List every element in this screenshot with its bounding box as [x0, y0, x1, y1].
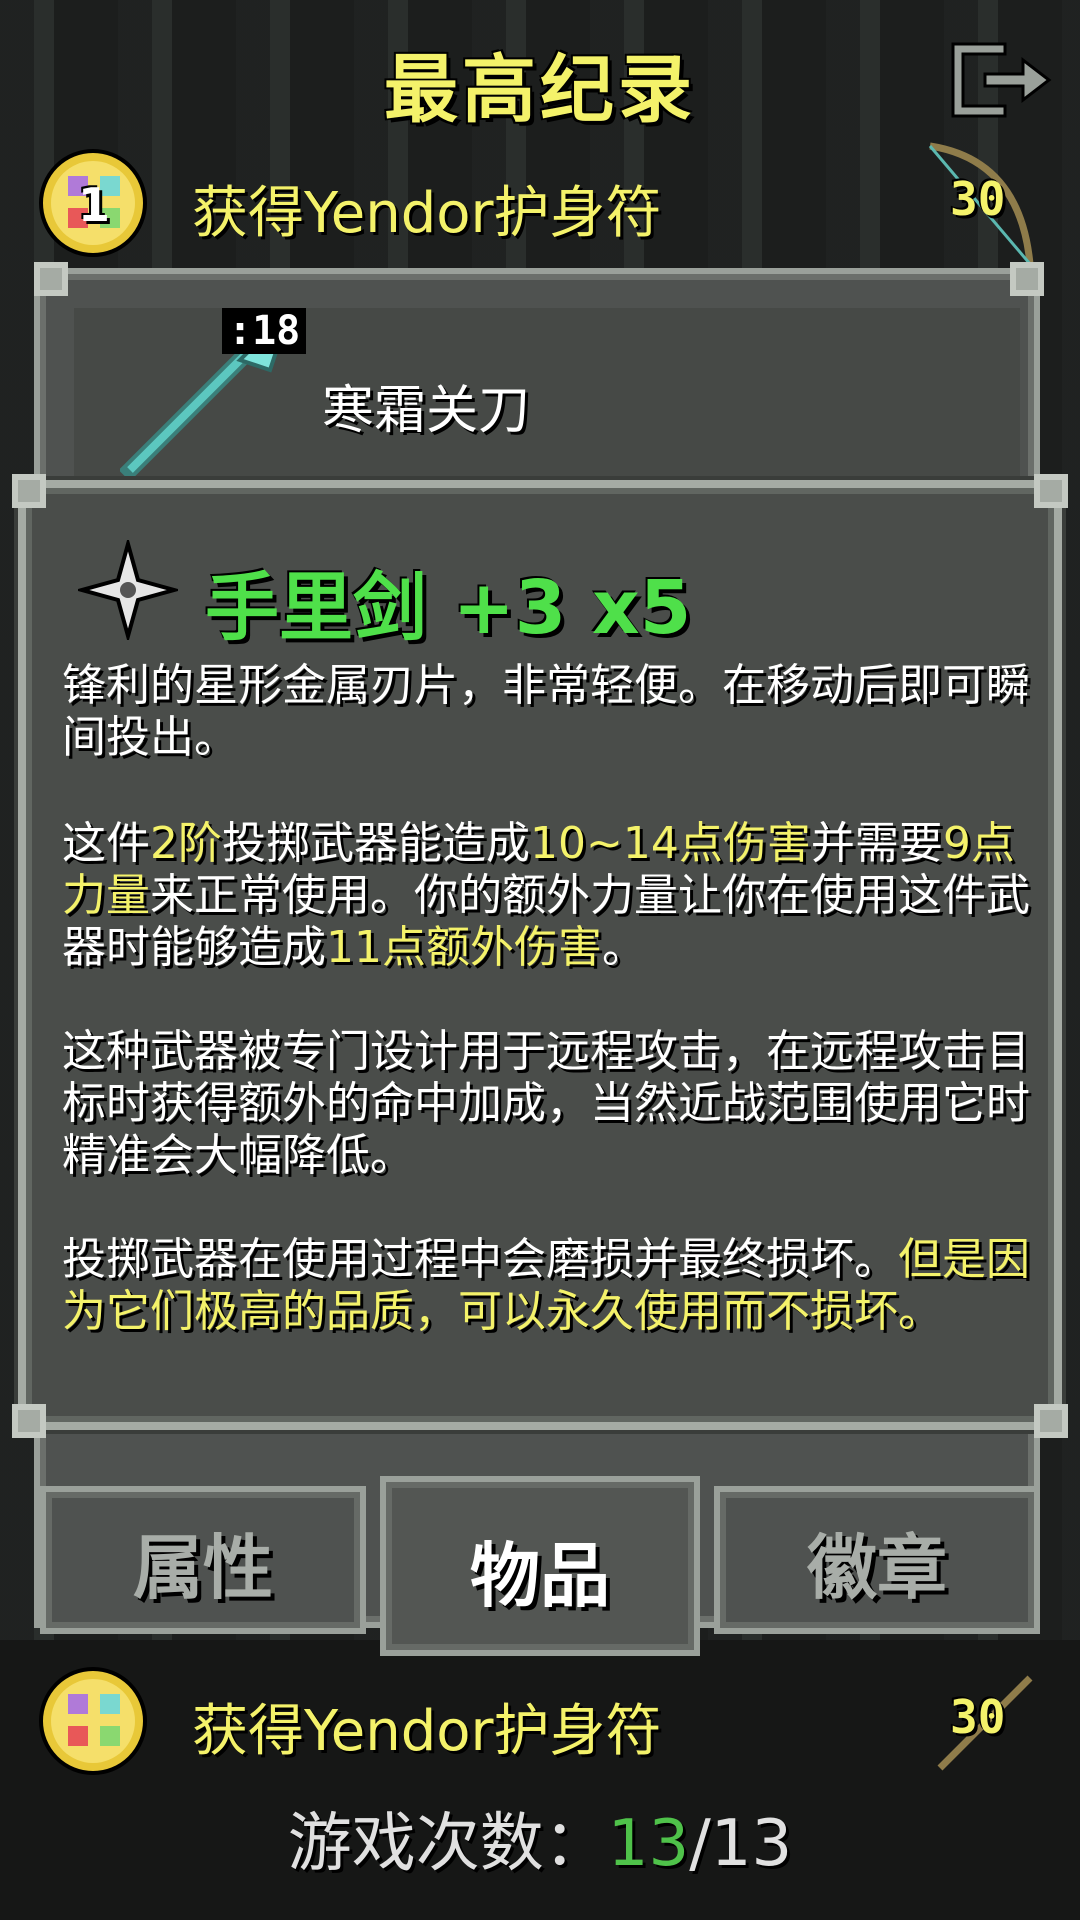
desc-highlight: 11点额外伤害: [326, 922, 602, 973]
tab-items[interactable]: 物品: [380, 1476, 700, 1656]
tab-label: 徽章: [807, 1527, 947, 1609]
tab-attributes[interactable]: 属性: [40, 1486, 366, 1634]
desc-text: 投掷武器能造成: [222, 818, 530, 869]
amulet-medal-icon: [39, 1667, 147, 1775]
desc-text: 。: [602, 922, 646, 973]
tab-label: 物品: [470, 1535, 610, 1617]
window-corner: [1034, 474, 1068, 508]
record-label: 获得Yendor护身符: [192, 1699, 662, 1764]
panel-corner: [34, 262, 68, 296]
item-title: 手里剑 +3 x5: [205, 565, 692, 651]
desc-text: 并需要: [810, 818, 943, 869]
window-corner: [1034, 1404, 1068, 1438]
exit-icon[interactable]: [945, 40, 1055, 120]
desc-text: 投掷武器在使用过程中会磨损并最终损坏。: [62, 1234, 898, 1285]
games-won: 13: [607, 1807, 690, 1881]
window-corner: [12, 474, 46, 508]
record-depth: 30: [950, 172, 1006, 226]
desc-highlight: 2阶: [150, 818, 222, 869]
games-played: 游戏次数：13/13: [0, 1792, 1080, 1884]
games-separator: /: [689, 1807, 711, 1881]
record-row[interactable]: 1 获得Yendor护身符 30: [0, 140, 1080, 265]
window-corner: [12, 1404, 46, 1438]
record-row[interactable]: 获得Yendor护身符 30: [0, 1658, 1080, 1778]
item-level-badge: :18: [222, 308, 307, 354]
tab-label: 属性: [133, 1527, 273, 1609]
desc-highlight: 10~14点伤害: [530, 818, 811, 869]
tab-badges[interactable]: 徽章: [714, 1486, 1040, 1634]
games-total: 13: [710, 1807, 793, 1881]
description-durability: 投掷武器在使用过程中会磨损并最终损坏。但是因为它们极高的品质，可以永久使用而不损…: [62, 1234, 1032, 1338]
description-paragraph: 这种武器被专门设计用于远程攻击，在远程攻击目标时获得额外的命中加成，当然近战范围…: [62, 1026, 1030, 1181]
description-paragraph: 锋利的星形金属刃片，非常轻便。在移动后即可瞬间投出。: [62, 660, 1030, 763]
desc-text: 这件: [62, 818, 150, 869]
item-name: 寒霜关刀: [322, 381, 531, 441]
description-stats: 这件2阶投掷武器能造成10~14点伤害并需要9点力量来正常使用。你的额外力量让你…: [62, 818, 1032, 974]
page-title: 最高纪录: [384, 47, 696, 133]
record-depth: 30: [950, 1690, 1006, 1744]
record-rank: 1: [78, 178, 111, 232]
record-label: 获得Yendor护身符: [192, 181, 662, 246]
panel-corner: [1010, 262, 1044, 296]
games-label: 游戏次数：: [287, 1807, 608, 1881]
shuriken-icon: [78, 540, 178, 640]
